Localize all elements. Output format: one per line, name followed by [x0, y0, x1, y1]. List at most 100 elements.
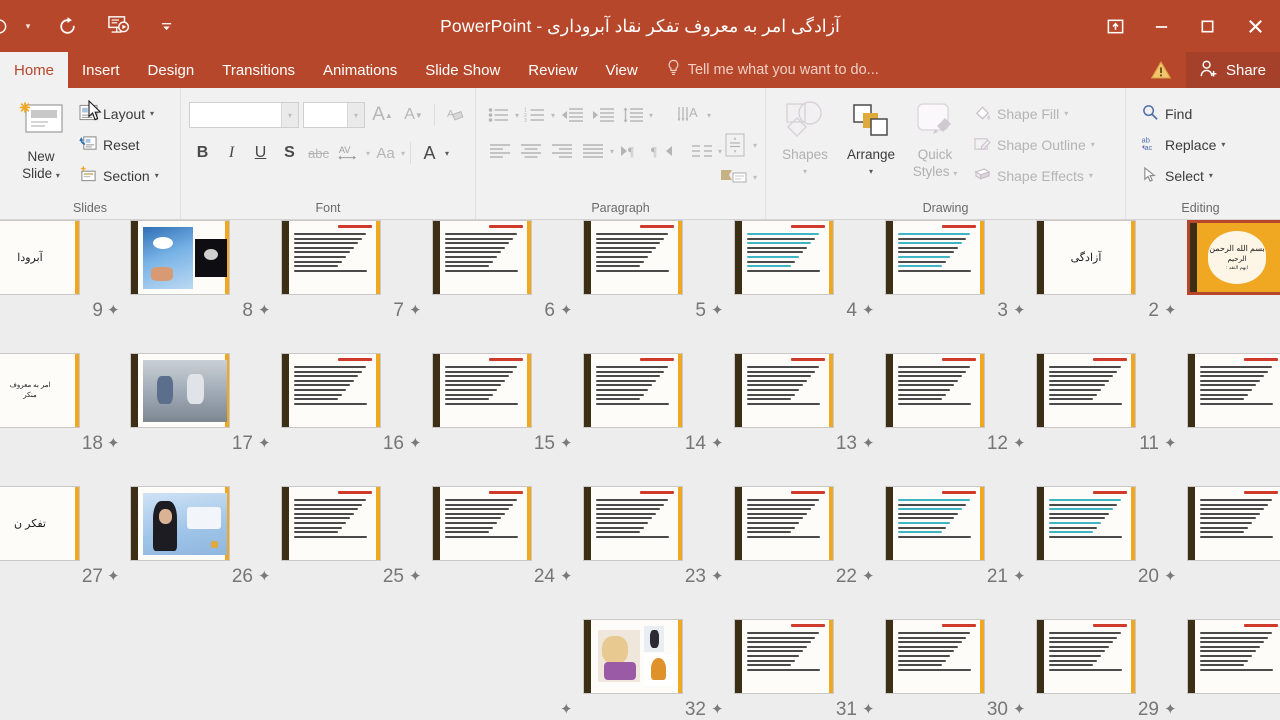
select-caret-icon[interactable]: ▾: [1209, 171, 1213, 180]
slide-thumbnail-16[interactable]: ✦ 16: [256, 353, 406, 453]
slide-thumbnail-18[interactable]: امر به معروفمنکر ✦ 18: [0, 353, 105, 453]
arrange-button[interactable]: Arrange ▾: [838, 98, 904, 180]
columns-button[interactable]: [689, 137, 715, 165]
font-name-combo[interactable]: ▾: [189, 102, 299, 128]
replace-caret-icon[interactable]: ▾: [1221, 140, 1225, 149]
find-button[interactable]: Find: [1138, 98, 1228, 129]
slide-thumbnail-image[interactable]: [1036, 353, 1136, 428]
maximize-button[interactable]: [1184, 0, 1230, 52]
change-case-caret-icon[interactable]: ▾: [401, 149, 405, 158]
increase-font-size-button[interactable]: A ▲: [369, 101, 396, 129]
animation-star-icon[interactable]: ✦: [1164, 702, 1177, 717]
slide-thumbnail-image[interactable]: [583, 220, 683, 295]
text-shadow-button[interactable]: S: [276, 139, 303, 167]
slide-thumbnail-21[interactable]: ✦ 21: [860, 486, 1010, 586]
animation-star-icon[interactable]: ✦: [1013, 702, 1026, 717]
slide-thumbnail-17[interactable]: ✦ 17: [105, 353, 255, 453]
font-color-caret-icon[interactable]: ▾: [445, 149, 449, 158]
underline-button[interactable]: U: [247, 139, 274, 167]
slide-thumbnail-image[interactable]: [885, 353, 985, 428]
slide-thumbnail-19[interactable]: ✦ 19: [1162, 486, 1280, 586]
justify-caret-icon[interactable]: ▾: [610, 147, 614, 156]
slide-thumbnail-image[interactable]: تفکر ن: [0, 486, 80, 561]
font-name-dropdown-icon[interactable]: ▾: [281, 103, 298, 127]
bullets-button[interactable]: [486, 101, 512, 129]
slide-thumbnail-14[interactable]: ✦ 14: [558, 353, 708, 453]
shapes-caret-icon[interactable]: ▾: [803, 163, 807, 180]
justify-button[interactable]: [579, 137, 607, 165]
slide-thumbnail-8[interactable]: ✦ 8: [105, 220, 255, 320]
replace-button[interactable]: ab ac Replace ▾: [1138, 129, 1228, 160]
slide-thumbnail-24[interactable]: ✦ 24: [407, 486, 557, 586]
animation-star-icon[interactable]: ✦: [862, 303, 875, 318]
slide-thumbnail-image[interactable]: [1187, 486, 1280, 561]
shape-fill-button[interactable]: Shape Fill ▾: [970, 98, 1098, 129]
smartart-caret-icon[interactable]: ▾: [753, 173, 757, 182]
undo-icon[interactable]: [52, 11, 82, 41]
slide-thumbnail-image[interactable]: [1187, 353, 1280, 428]
slide-thumbnail-image[interactable]: بسم الله الرحمن الرحیم ایهم النقد :: [1187, 220, 1280, 295]
convert-to-smartart-button[interactable]: [718, 164, 750, 190]
slide-thumbnail-13[interactable]: ✦ 13: [709, 353, 859, 453]
share-button[interactable]: Share: [1185, 52, 1280, 88]
bullets-caret-icon[interactable]: ▾: [515, 111, 519, 120]
slide-thumbnail-32[interactable]: ✦ 32: [558, 619, 708, 719]
slide-thumbnail-9[interactable]: آبرودا ✦ 9: [0, 220, 105, 320]
slide-thumbnail-image[interactable]: آبرودا: [0, 220, 80, 295]
customize-qat-icon[interactable]: [156, 11, 176, 41]
tab-insert[interactable]: Insert: [68, 52, 134, 88]
shapes-button[interactable]: Shapes ▾: [772, 98, 838, 180]
slide-thumbnail-31[interactable]: ✦ 31: [709, 619, 859, 719]
ltr-text-direction-button[interactable]: ¶: [617, 137, 645, 165]
slide-thumbnails-pane[interactable]: آبرودا ✦ 9 ✦ 8 ✦ 7: [0, 220, 1280, 720]
layout-caret-icon[interactable]: ▾: [150, 109, 154, 118]
slide-thumbnail-image[interactable]: [885, 220, 985, 295]
shape-outline-caret-icon[interactable]: ▾: [1091, 140, 1095, 149]
slide-thumbnail-image[interactable]: آزادگی: [1036, 220, 1136, 295]
slide-thumbnail-image[interactable]: امر به معروف منکر: [0, 353, 80, 428]
slide-thumbnail-10[interactable]: ✦ 10: [1162, 353, 1280, 453]
slide-thumbnail-image[interactable]: [583, 619, 683, 694]
animation-star-icon[interactable]: ✦: [560, 702, 573, 717]
align-text-caret-icon[interactable]: ▾: [753, 141, 757, 150]
reset-button[interactable]: Reset: [76, 129, 162, 160]
slide-thumbnail-27[interactable]: تفکر ن ✦ 27: [0, 486, 105, 586]
animation-star-icon[interactable]: ✦: [560, 436, 573, 451]
slide-thumbnail-image[interactable]: [885, 619, 985, 694]
increase-indent-button[interactable]: [589, 101, 617, 129]
align-left-button[interactable]: [486, 137, 514, 165]
shape-fill-caret-icon[interactable]: ▾: [1064, 109, 1068, 118]
animation-star-icon[interactable]: ✦: [711, 569, 724, 584]
slide-thumbnail-5[interactable]: ✦ 5: [558, 220, 708, 320]
animation-star-icon[interactable]: ✦: [107, 569, 120, 584]
animation-star-icon[interactable]: ✦: [711, 303, 724, 318]
layout-button[interactable]: Layout ▾: [76, 98, 162, 129]
animation-star-icon[interactable]: ✦: [258, 303, 271, 318]
slide-thumbnail-2[interactable]: آزادگی ✦ 2: [1011, 220, 1161, 320]
slide-thumbnail-23[interactable]: ✦ 23: [558, 486, 708, 586]
tab-transitions[interactable]: Transitions: [208, 52, 309, 88]
quick-styles-button[interactable]: Quick Styles ▾: [904, 98, 966, 182]
decrease-indent-button[interactable]: [558, 101, 586, 129]
shape-effects-button[interactable]: Shape Effects ▾: [970, 160, 1098, 191]
slide-thumbnail-22[interactable]: ✦ 22: [709, 486, 859, 586]
line-spacing-button[interactable]: [620, 101, 646, 129]
tab-view[interactable]: View: [591, 52, 651, 88]
new-slide-button[interactable]: New Slide ▾: [10, 98, 72, 184]
slide-thumbnail-15[interactable]: ✦ 15: [407, 353, 557, 453]
animation-star-icon[interactable]: ✦: [711, 436, 724, 451]
slide-thumbnail-image[interactable]: [885, 486, 985, 561]
slide-thumbnail-1[interactable]: بسم الله الرحمن الرحیم ایهم النقد : ✦ 1: [1162, 220, 1280, 320]
slide-thumbnail-image[interactable]: [1036, 619, 1136, 694]
slide-thumbnail-image[interactable]: [130, 486, 230, 561]
start-slideshow-icon[interactable]: [104, 11, 134, 41]
slide-thumbnail-12[interactable]: ✦ 12: [860, 353, 1010, 453]
slide-thumbnail-image[interactable]: [281, 486, 381, 561]
slide-thumbnail-image[interactable]: [583, 353, 683, 428]
slide-thumbnail-image[interactable]: [734, 353, 834, 428]
section-button[interactable]: Section ▾: [76, 160, 162, 191]
line-spacing-caret-icon[interactable]: ▾: [649, 111, 653, 120]
text-direction-caret-icon[interactable]: ▾: [707, 111, 711, 120]
qat-dropdown-icon[interactable]: ▾: [18, 11, 38, 41]
numbering-button[interactable]: 1 2 3: [522, 101, 548, 129]
